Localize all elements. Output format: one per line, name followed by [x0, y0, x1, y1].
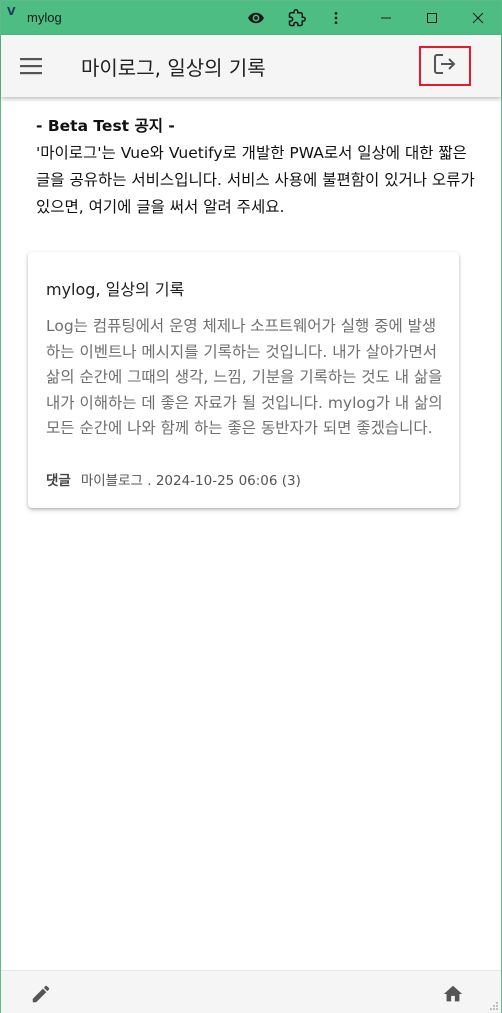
main-content: - Beta Test 공지 - '마이로그'는 Vue와 Vuetify로 개… [1, 97, 501, 970]
post-card[interactable]: mylog, 일상의 기록 Log는 컴퓨팅에서 운영 체제나 소프트웨어가 실… [28, 252, 459, 508]
eye-icon[interactable] [237, 1, 275, 35]
app-logo-icon: V [7, 5, 16, 18]
maximize-icon[interactable] [413, 1, 451, 35]
app-window: V mylog 마이로그, 일상의 기록 - Beta Test 공지 - '마… [0, 0, 502, 1013]
post-author-date: 마이블로그 . 2024-10-25 06:06 (3) [80, 473, 301, 489]
comment-link[interactable]: 댓글 [46, 473, 71, 489]
notice-title: - Beta Test 공지 - [36, 117, 175, 135]
close-icon[interactable] [459, 1, 497, 35]
resize-grip-icon[interactable] [489, 1001, 499, 1011]
app-bar: 마이로그, 일상의 기록 [1, 35, 501, 97]
home-icon[interactable] [439, 980, 467, 1008]
hamburger-menu-icon[interactable] [17, 52, 45, 80]
minimize-icon[interactable] [367, 1, 405, 35]
logout-button[interactable] [419, 46, 471, 86]
post-meta: 댓글 마이블로그 . 2024-10-25 06:06 (3) [46, 469, 301, 489]
page-title: 마이로그, 일상의 기록 [81, 56, 266, 80]
post-body: Log는 컴퓨팅에서 운영 체제나 소프트웨어가 실행 중에 발생하는 이벤트나… [46, 317, 443, 437]
notice-body: '마이로그'는 Vue와 Vuetify로 개발한 PWA로서 일상에 대한 짧… [36, 144, 475, 216]
window-titlebar[interactable]: V mylog [1, 1, 501, 35]
pencil-icon[interactable] [27, 980, 55, 1008]
beta-notice: - Beta Test 공지 - '마이로그'는 Vue와 Vuetify로 개… [36, 113, 476, 221]
window-title: mylog [27, 10, 62, 25]
extension-icon[interactable] [278, 1, 316, 35]
post-title: mylog, 일상의 기록 [46, 280, 185, 299]
bottom-nav [1, 970, 501, 1013]
logout-icon [432, 52, 458, 80]
more-vert-icon[interactable] [317, 1, 355, 35]
